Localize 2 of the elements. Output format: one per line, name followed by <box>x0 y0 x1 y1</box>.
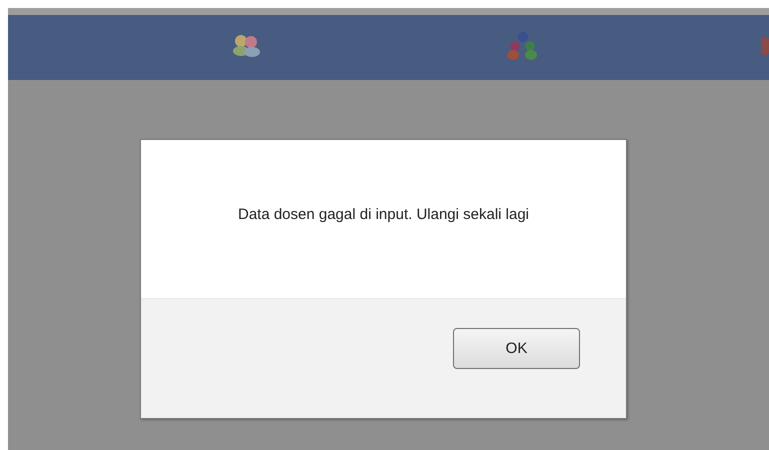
ok-button[interactable]: OK <box>453 328 580 369</box>
dialog-message: Data dosen gagal di input. Ulangi sekali lagi <box>238 206 530 222</box>
